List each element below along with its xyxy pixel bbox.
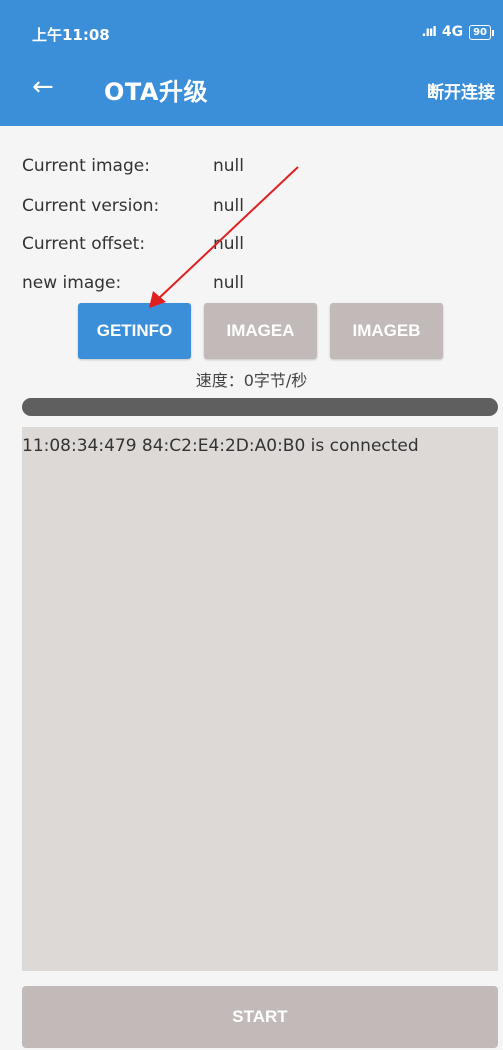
disconnect-button[interactable]: 断开连接 — [427, 78, 495, 103]
current-offset-value: null — [213, 234, 244, 254]
log-panel: 11:08:34:479 84:C2:E4:2D:A0:B0 is connec… — [22, 427, 498, 971]
log-line: 11:08:34:479 84:C2:E4:2D:A0:B0 is connec… — [22, 436, 419, 456]
start-button[interactable]: START — [22, 986, 498, 1048]
getinfo-button[interactable]: GETINFO — [78, 303, 191, 359]
screen: 上午11:08 .ııl 4G 90 ← OTA升级 断开连接 Current … — [0, 0, 503, 1050]
status-time: 上午11:08 — [32, 26, 110, 44]
imageb-button[interactable]: IMAGEB — [330, 303, 443, 359]
signal-icon: .ııl — [421, 24, 437, 40]
current-offset-label: Current offset: — [22, 234, 146, 254]
new-image-value: null — [213, 273, 244, 293]
current-version-value: null — [213, 196, 244, 216]
new-image-label: new image: — [22, 273, 122, 293]
current-image-value: null — [213, 156, 244, 176]
current-version-label: Current version: — [22, 196, 160, 216]
status-indicators: .ııl 4G 90 — [421, 24, 494, 40]
current-image-label: Current image: — [22, 156, 150, 176]
back-arrow-icon[interactable]: ← — [32, 70, 54, 104]
network-type: 4G — [441, 24, 464, 40]
speed-label: 速度：0字节/秒 — [195, 371, 308, 390]
battery-icon: 90 — [469, 24, 494, 40]
imagea-button[interactable]: IMAGEA — [204, 303, 317, 359]
progress-bar — [22, 398, 498, 416]
app-bar: 上午11:08 .ııl 4G 90 ← OTA升级 断开连接 — [0, 0, 503, 126]
page-title: OTA升级 — [104, 78, 208, 106]
